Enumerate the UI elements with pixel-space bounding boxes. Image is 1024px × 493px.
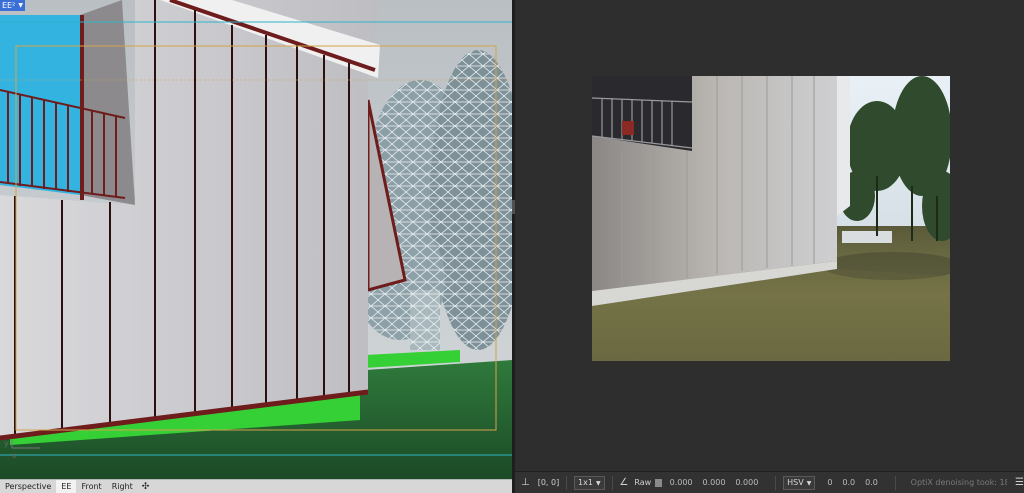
log-icon[interactable]: ☰ — [1015, 477, 1024, 488]
divider — [894, 475, 896, 490]
viewport-tab-bar: Perspective EE Front Right ✣ — [0, 479, 512, 493]
add-view-icon[interactable]: ✣ — [138, 482, 154, 492]
perspective-viewport[interactable]: x y EE² ▼ — [0, 0, 512, 479]
render-statusbar: ⊥ [0, 0] 1x1 ▼ ∠ Raw 0.000 0.000 0.000 HS… — [515, 471, 1024, 493]
tab-ee[interactable]: EE — [56, 480, 77, 493]
chevron-down-icon: ▼ — [806, 479, 812, 487]
divider — [566, 475, 568, 490]
divider — [611, 475, 613, 490]
divider — [775, 475, 777, 490]
raw-value-r: 0.000 — [669, 478, 693, 487]
axes-icon[interactable]: ∠ — [619, 477, 628, 488]
chevron-down-icon[interactable]: ▼ — [18, 0, 23, 11]
raw-value-g: 0.000 — [702, 478, 726, 487]
tab-front[interactable]: Front — [76, 480, 106, 493]
raw-mode-label: Raw — [634, 478, 652, 487]
axis-x-label: x — [12, 451, 17, 460]
colorspace-value: HSV — [787, 477, 804, 487]
chevron-down-icon: ▼ — [595, 479, 601, 487]
pixel-ratio-dropdown[interactable]: 1x1 ▼ — [574, 475, 605, 490]
pixel-ratio-value: 1x1 — [578, 477, 593, 487]
pixel-coordinates: [0, 0] — [537, 478, 560, 487]
axis-y-label: y — [4, 439, 9, 448]
hsv-value-s: 0.0 — [842, 478, 856, 487]
raw-mode-checkbox[interactable] — [655, 478, 662, 487]
viewport-camera-tag[interactable]: EE² ▼ — [0, 0, 25, 11]
hsv-value-h: 0 — [827, 478, 833, 487]
camera-tag-label: EE² — [2, 1, 16, 10]
render-image — [592, 76, 950, 361]
colorspace-dropdown[interactable]: HSV ▼ — [783, 475, 816, 490]
viewport-scene: x y — [0, 0, 512, 479]
raw-value-b: 0.000 — [735, 478, 759, 487]
tab-right[interactable]: Right — [107, 480, 138, 493]
pick-pixel-icon[interactable]: ⊥ — [521, 477, 530, 488]
render-window — [515, 0, 1024, 471]
status-message: OptiX denoising took: 18 milliseconds in… — [910, 478, 1007, 487]
tab-perspective[interactable]: Perspective — [0, 480, 56, 493]
hsv-value-v: 0.0 — [865, 478, 878, 487]
